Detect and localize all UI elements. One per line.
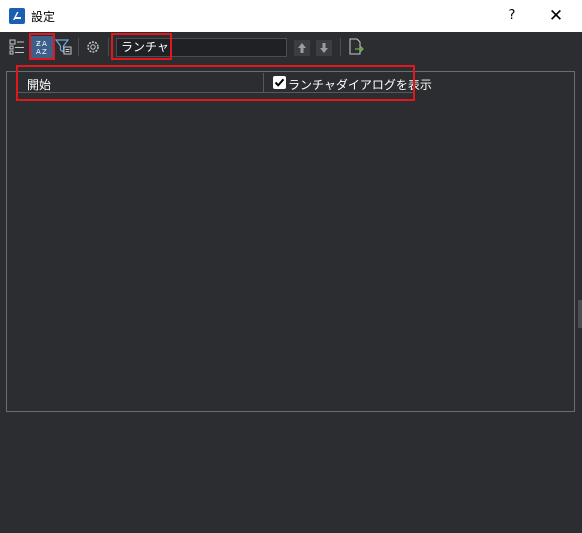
next-result-button[interactable]: [316, 40, 332, 56]
show-launcher-label: ランチャダイアログを表示: [288, 78, 432, 92]
previous-result-button[interactable]: [294, 40, 310, 56]
alphabetical-sort-button[interactable]: Ƶ A A Z: [31, 36, 53, 58]
svg-text:Ƶ: Ƶ: [36, 40, 41, 48]
svg-text:A: A: [42, 40, 47, 48]
show-launcher-checkbox[interactable]: [273, 76, 286, 89]
window-title: 設定: [31, 10, 56, 24]
arrow-down-icon: [320, 43, 328, 53]
export-document-icon: [349, 38, 364, 55]
svg-text:A: A: [36, 48, 41, 56]
toolbar-separator: [78, 38, 79, 56]
svg-text:Z: Z: [42, 48, 47, 56]
search-input[interactable]: ランチャ: [116, 38, 287, 57]
title-bar: 設定 ? ✕: [0, 0, 582, 32]
resize-handle[interactable]: [578, 300, 582, 328]
search-input-value: ランチャ: [121, 40, 169, 54]
sort-az-icon: Ƶ A A Z: [36, 40, 47, 56]
filter-icon: [55, 39, 72, 55]
settings-panel: [6, 71, 575, 412]
setting-category-label: 開始: [27, 78, 52, 92]
app-logo-icon: [9, 8, 25, 24]
arrow-up-icon: [298, 43, 306, 53]
categorized-view-button[interactable]: [8, 38, 28, 58]
column-divider: [263, 73, 264, 93]
tree-view-icon: [9, 39, 24, 55]
settings-button[interactable]: [84, 38, 104, 58]
export-button[interactable]: [346, 37, 366, 57]
gear-icon: [87, 41, 99, 53]
close-button[interactable]: ✕: [541, 5, 571, 27]
toolbar-separator: [340, 38, 341, 56]
checkmark-icon: [274, 78, 285, 87]
help-button[interactable]: ?: [497, 5, 527, 27]
filter-button[interactable]: [55, 38, 75, 58]
text-caret: [169, 40, 171, 53]
toolbar-separator: [108, 38, 109, 56]
